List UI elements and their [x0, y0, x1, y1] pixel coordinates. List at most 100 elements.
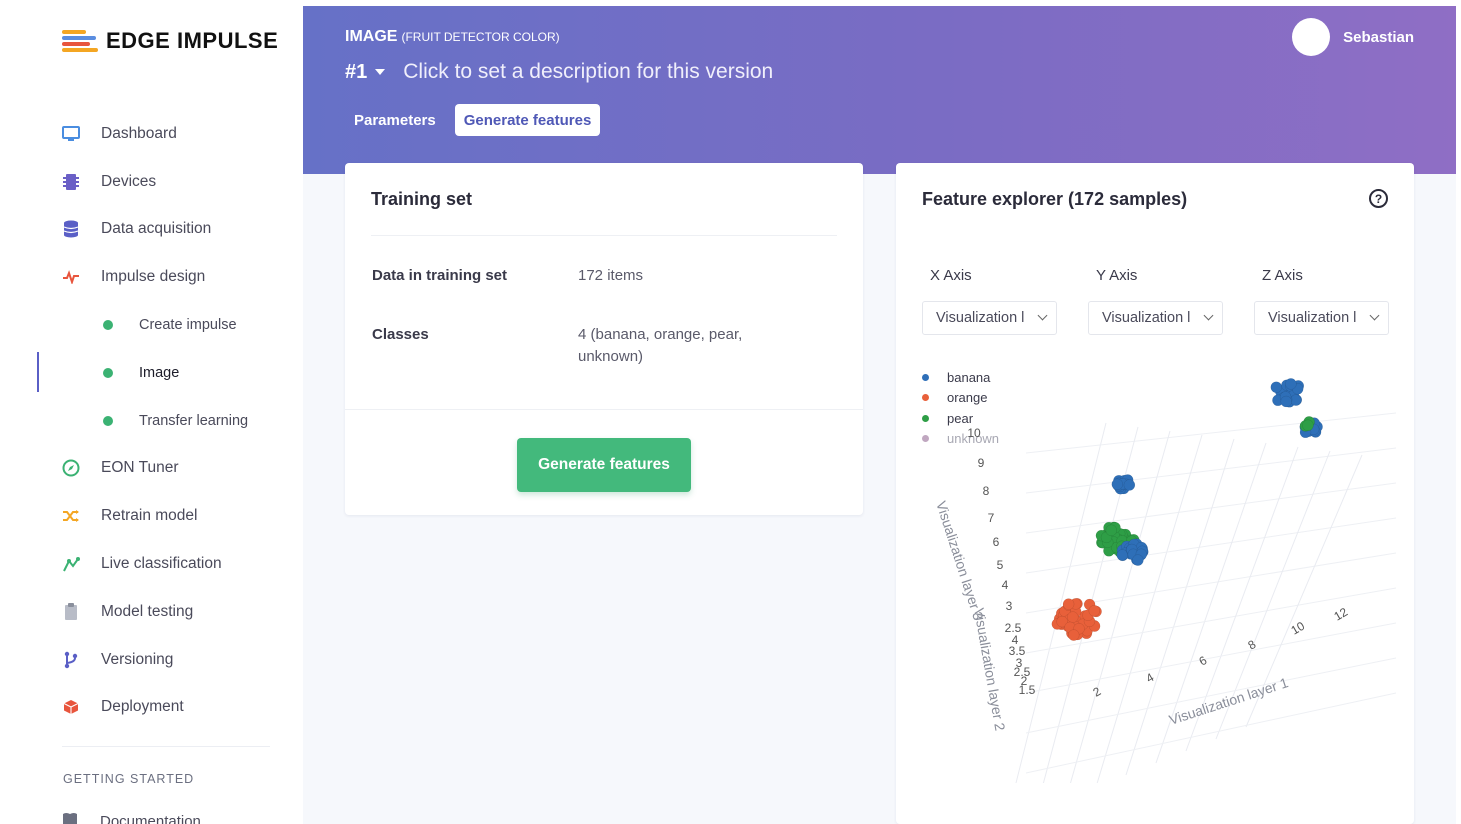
classes-label: Classes [372, 326, 429, 343]
z-tick-label: 1.5 [1019, 683, 1036, 697]
grid-line [1025, 482, 1397, 534]
data-point [1123, 479, 1136, 491]
data-point [1132, 554, 1144, 566]
data-count-value: 172 items [578, 267, 644, 284]
grid-line [1096, 434, 1203, 783]
x-axis-select-value: Visualization l [936, 310, 1025, 326]
book-icon [62, 812, 78, 824]
data-point [1270, 381, 1283, 393]
x-tick-label: 6 [1197, 653, 1210, 669]
status-dot-icon [103, 367, 113, 378]
caret-down-icon[interactable] [375, 69, 386, 75]
z-tick-label: 8 [983, 484, 990, 498]
sidebar-item-versioning[interactable]: Versioning [0, 636, 303, 684]
edge-impulse-logo-icon [62, 28, 98, 54]
sidebar-item-label: Impulse design [101, 268, 206, 286]
tab-generate-features[interactable]: Generate features [454, 104, 601, 136]
classes-value: 4 (banana, orange, pear, unknown) [578, 326, 743, 365]
live-icon [62, 555, 80, 573]
data-point [1280, 395, 1292, 408]
help-icon[interactable]: ? [1369, 189, 1388, 208]
sidebar-item-devices[interactable]: Devices [0, 158, 303, 206]
status-dot-icon [103, 320, 113, 331]
chevron-down-icon [1203, 310, 1214, 321]
z-tick-label: 9 [978, 456, 985, 470]
z-axis-label: Z Axis [1262, 267, 1303, 284]
y-axis-select-value: Visualization l [1102, 310, 1191, 326]
sidebar-subitem-transfer-learning[interactable]: Transfer learning [0, 397, 303, 445]
data-point [1062, 598, 1075, 610]
sidebar-item-retrain-model[interactable]: Retrain model [0, 492, 303, 540]
data-point [1067, 629, 1080, 641]
sidebar-item-label: Create impulse [139, 317, 237, 334]
main-content: IMAGE (FRUIT DETECTOR COLOR) #1 Click to … [303, 6, 1456, 824]
sidebar-item-label: Live classification [101, 555, 222, 573]
monitor-icon [62, 125, 80, 143]
scatter-3d-svg[interactable]: 1098765432.543.532.521.5 24681012Visualiz… [896, 353, 1414, 783]
training-set-title: Training set [371, 189, 473, 209]
brand-logo[interactable]: EDGE IMPULSE [62, 28, 278, 54]
sidebar-item-live-classification[interactable]: Live classification [0, 540, 303, 588]
sidebar-nav: Dashboard Devices Data acquisition Impul… [0, 110, 303, 731]
sidebar-item-label: Documentation [100, 813, 201, 824]
sidebar-subitem-create-impulse[interactable]: Create impulse [0, 301, 303, 349]
version-description[interactable]: Click to set a description for this vers… [403, 60, 773, 84]
sidebar-item-documentation[interactable]: Documentation [62, 812, 201, 824]
z-tick-label: 4 [1002, 578, 1009, 592]
version-selector: #1 Click to set a description for this v… [345, 60, 773, 84]
chip-icon [62, 173, 80, 191]
sidebar-item-impulse-design[interactable]: Impulse design [0, 253, 303, 301]
sidebar: EDGE IMPULSE Dashboard Devices Data acqu… [0, 0, 303, 824]
x-tick-label: 2 [1091, 684, 1104, 700]
brand-name: EDGE IMPULSE [106, 28, 279, 53]
data-point [1088, 605, 1101, 617]
x-tick-label: 8 [1246, 637, 1259, 653]
sidebar-item-dashboard[interactable]: Dashboard [0, 110, 303, 158]
x-tick-label: 4 [1144, 670, 1157, 686]
z-axis-select[interactable]: Visualization l [1254, 301, 1389, 335]
database-icon [62, 220, 80, 238]
data-point [1285, 378, 1297, 390]
grid-line [1025, 412, 1397, 454]
grid-line [1025, 447, 1397, 494]
compass-icon [62, 459, 80, 477]
sidebar-item-label: EON Tuner [101, 459, 179, 477]
tab-bar: Parameters Generate features [345, 104, 610, 136]
sidebar-item-label: Data acquisition [101, 220, 212, 238]
page-title-text: IMAGE [345, 28, 398, 45]
y-axis-title: Visualization layer 2 [971, 607, 1008, 732]
tab-parameters[interactable]: Parameters [345, 104, 445, 136]
user-name: Sebastian [1343, 28, 1414, 46]
box-icon [62, 698, 80, 716]
shuffle-icon [62, 507, 80, 525]
sidebar-item-eon-tuner[interactable]: EON Tuner [0, 445, 303, 493]
sidebar-item-model-testing[interactable]: Model testing [0, 588, 303, 636]
page-header: IMAGE (FRUIT DETECTOR COLOR) #1 Click to … [303, 6, 1456, 174]
grid-line [1025, 517, 1397, 574]
z-tick-label: 3 [1006, 599, 1013, 613]
sidebar-item-data-acquisition[interactable]: Data acquisition [0, 206, 303, 254]
z-tick-label: 7 [988, 511, 995, 525]
generate-features-button[interactable]: Generate features [517, 438, 691, 492]
sidebar-divider [62, 746, 270, 747]
x-tick-label: 12 [1332, 605, 1351, 624]
sidebar-item-deployment[interactable]: Deployment [0, 684, 303, 732]
data-point [1302, 419, 1314, 432]
sidebar-item-label: Deployment [101, 698, 184, 716]
status-dot-icon [103, 415, 113, 426]
y-axis-select[interactable]: Visualization l [1088, 301, 1223, 335]
z-tick-label: 10 [967, 426, 981, 440]
sidebar-item-label: Transfer learning [139, 412, 249, 429]
sidebar-subitem-image[interactable]: Image [0, 349, 303, 397]
user-menu[interactable]: Sebastian [1292, 18, 1414, 56]
version-number[interactable]: #1 [345, 61, 367, 84]
plot-points [1051, 378, 1323, 641]
z-tick-label: 5 [997, 558, 1004, 572]
feature-plot[interactable]: banana orange pear unknown 10 9 8 7 6 5 4 3 2.5 4… [896, 353, 1414, 783]
avatar[interactable] [1292, 18, 1331, 56]
card-divider [371, 235, 837, 236]
x-axis-label: X Axis [930, 267, 972, 284]
x-axis-select[interactable]: Visualization l [922, 301, 1057, 335]
sidebar-item-label: Image [139, 364, 180, 381]
chevron-down-icon [1369, 310, 1380, 321]
